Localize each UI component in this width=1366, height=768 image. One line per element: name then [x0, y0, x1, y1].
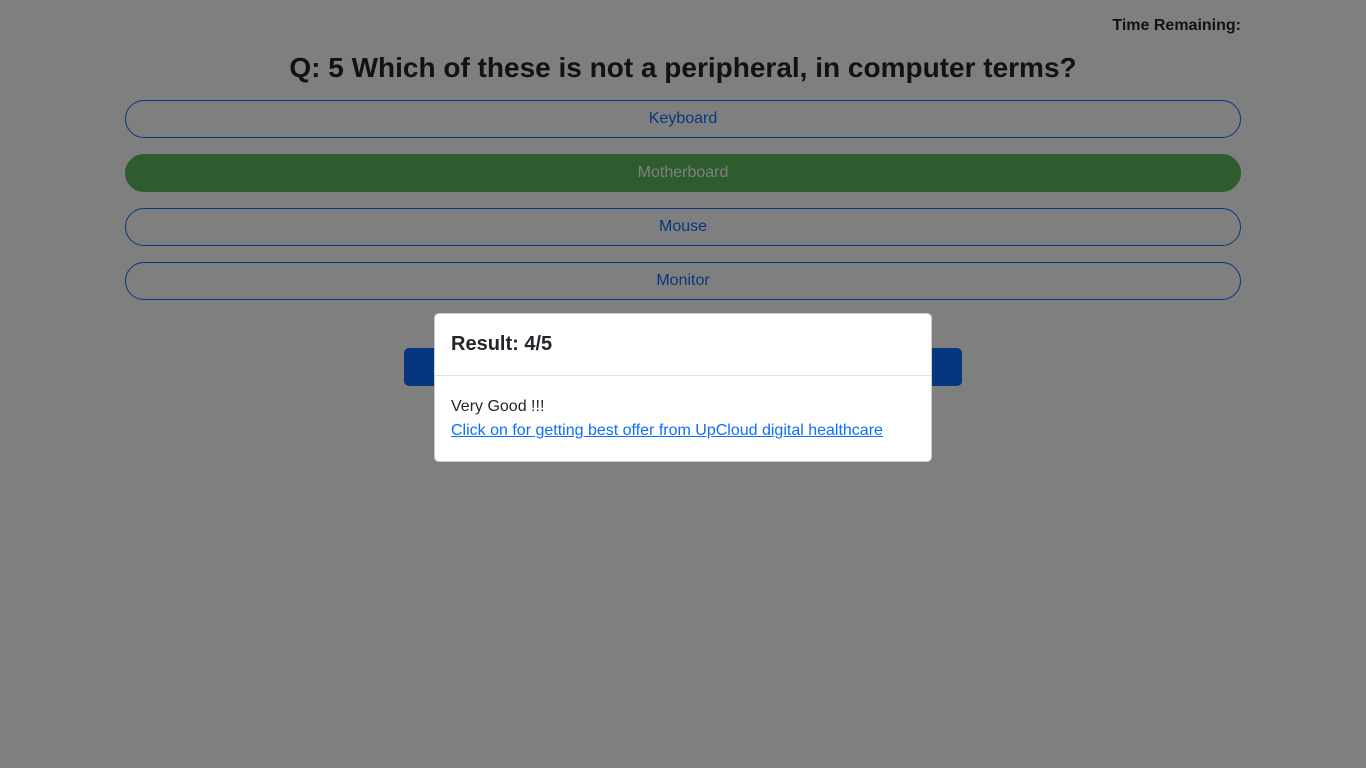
modal-header: Result: 4/5 [435, 314, 931, 376]
offer-link[interactable]: Click on for getting best offer from UpC… [451, 419, 915, 443]
result-message: Very Good !!! [451, 398, 545, 415]
result-modal: Result: 4/5 Very Good !!! Click on for g… [434, 313, 932, 462]
modal-title: Result: 4/5 [451, 333, 553, 355]
modal-body: Very Good !!! Click on for getting best … [435, 376, 931, 461]
